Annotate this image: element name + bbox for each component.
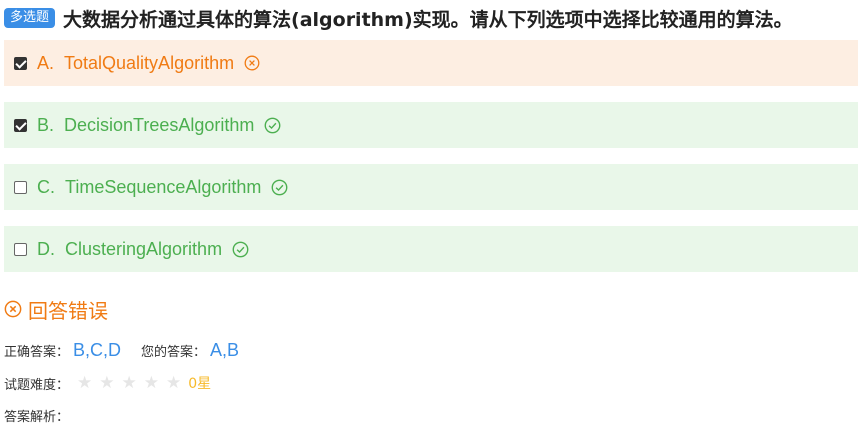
option-c-label: C. TimeSequenceAlgorithm [37,177,261,198]
star-icon: ★ [77,372,93,393]
close-circle-icon [244,55,260,71]
option-b-letter: B. [37,114,55,135]
option-a-checkbox[interactable] [14,56,27,70]
close-circle-icon [4,300,22,318]
star-icon: ★ [121,372,137,393]
your-answer-value: A,B [210,339,240,360]
star-icon: ★ [166,372,182,393]
answer-row: 正确答案： B,C,D 您的答案： A,B [4,338,239,362]
result-status: 回答错误 [4,296,108,323]
option-b-text: DecisionTreesAlgorithm [64,114,255,135]
option-d[interactable]: D. ClusteringAlgorithm [4,226,858,272]
star-icon: ★ [99,372,115,393]
correct-answer-value: B,C,D [73,339,122,360]
difficulty-value: 0星 [188,376,212,392]
check-circle-icon [264,117,281,134]
option-a-letter: A. [37,52,55,73]
option-a[interactable]: A. TotalQualityAlgorithm [4,40,858,86]
difficulty-stars: ★ ★ ★ ★ ★ [77,372,188,393]
option-a-label: A. TotalQualityAlgorithm [37,53,234,74]
option-d-text: ClusteringAlgorithm [65,238,223,259]
analysis-row: 答案解析： [4,405,69,425]
option-d-checkbox[interactable] [14,242,27,256]
difficulty-row: 试题难度： ★ ★ ★ ★ ★ 0星 [4,372,211,394]
option-c-checkbox[interactable] [14,180,27,194]
star-icon: ★ [143,372,160,393]
option-c[interactable]: C. TimeSequenceAlgorithm [4,164,858,210]
option-a-text: TotalQualityAlgorithm [64,52,235,73]
option-c-text: TimeSequenceAlgorithm [65,176,262,197]
option-d-label: D. ClusteringAlgorithm [37,239,222,260]
check-circle-icon [271,179,288,196]
question-type-badge: 多选题 [4,8,56,28]
question-text: 大数据分析通过具体的算法(algorithm)实现。请从下列选项中选择比较通用的… [63,8,793,31]
option-c-letter: C. [37,176,55,197]
check-circle-icon [232,241,249,258]
option-b[interactable]: B. DecisionTreesAlgorithm [4,102,858,148]
option-b-label: B. DecisionTreesAlgorithm [37,115,254,136]
result-text: 回答错误 [28,298,108,323]
option-b-checkbox[interactable] [14,118,27,132]
option-d-letter: D. [37,238,55,259]
difficulty-label: 试题难度： [4,377,70,393]
your-answer-label: 您的答案： [141,344,207,360]
question-header: 多选题 大数据分析通过具体的算法(algorithm)实现。请从下列选项中选择比… [4,4,793,32]
correct-answer-label: 正确答案： [4,344,70,360]
analysis-label: 答案解析： [4,409,70,425]
